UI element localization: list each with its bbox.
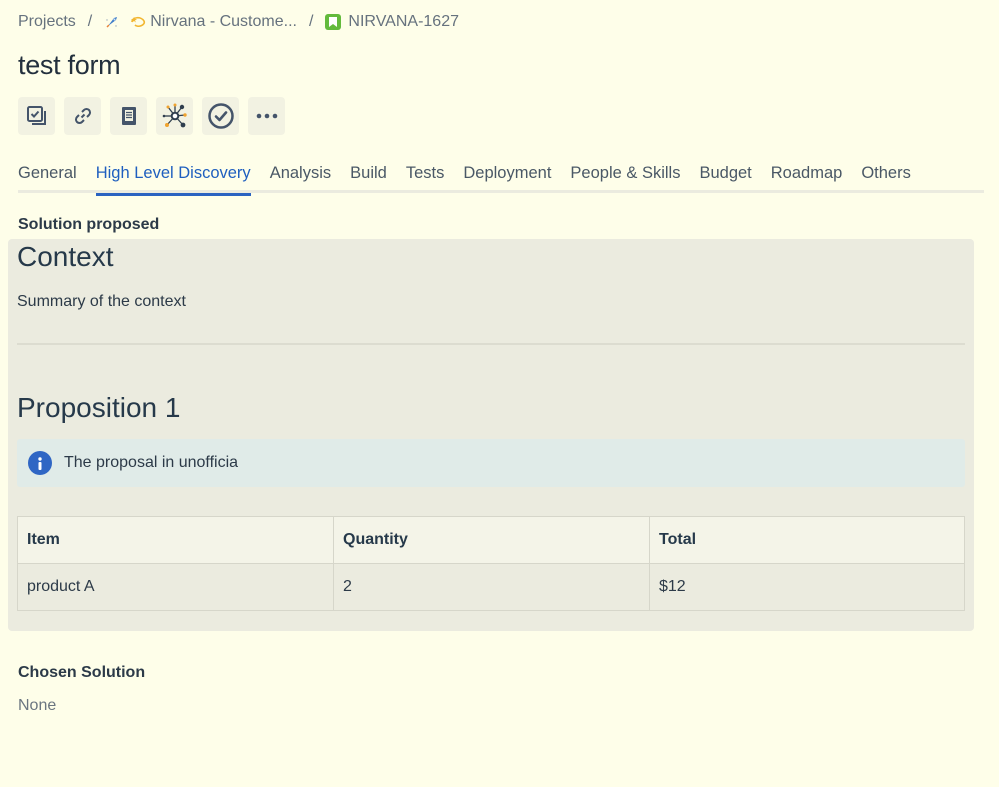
document-icon (121, 107, 136, 125)
chosen-solution-value[interactable]: None (18, 697, 56, 715)
toolbar (18, 97, 285, 135)
cell-quantity: 2 (333, 563, 650, 611)
checkbox-stack-icon (26, 106, 46, 125)
breadcrumb-project-name: Nirvana - Custome... (150, 13, 297, 30)
chosen-solution-label: Chosen Solution (18, 664, 146, 681)
divider (17, 343, 965, 345)
issue-page: Projects / Nirvana - Custome... / NIRVAN… (0, 0, 999, 787)
subtasks-button[interactable] (18, 97, 55, 135)
tab-roadmap[interactable]: Roadmap (771, 160, 843, 193)
table-header-row: Item Quantity Total (17, 516, 965, 564)
page-title[interactable]: test form (18, 50, 121, 81)
cell-total: $12 (649, 563, 965, 611)
breadcrumb-projects[interactable]: Projects (18, 13, 76, 31)
context-heading: Context (17, 241, 114, 272)
tab-others[interactable]: Others (861, 160, 911, 193)
proposition-heading: Proposition 1 (17, 392, 181, 423)
page-button[interactable] (110, 97, 147, 135)
tab-general[interactable]: General (18, 160, 77, 193)
tab-deployment[interactable]: Deployment (463, 160, 551, 193)
link-button[interactable] (64, 97, 101, 135)
tab-analysis[interactable]: Analysis (270, 160, 331, 193)
column-header-total: Total (649, 516, 965, 564)
tab-people-skills[interactable]: People & Skills (570, 160, 680, 193)
tab-bar: General High Level Discovery Analysis Bu… (18, 160, 984, 196)
mindmap-button[interactable] (156, 97, 193, 135)
story-icon (325, 14, 342, 30)
context-summary: Summary of the context (17, 293, 186, 310)
dizzy-icon (131, 16, 146, 28)
tab-budget[interactable]: Budget (699, 160, 751, 193)
info-text: The proposal in unofficia (64, 454, 239, 471)
table-row: product A 2 $12 (17, 563, 965, 611)
solution-proposed-field[interactable]: Context Summary of the context Propositi… (8, 239, 974, 631)
check-circle-icon (207, 103, 234, 129)
column-header-quantity: Quantity (333, 516, 650, 564)
breadcrumb-project[interactable]: Nirvana - Custome... (104, 13, 297, 31)
column-header-item: Item (17, 516, 334, 564)
tab-tests[interactable]: Tests (406, 160, 445, 193)
tab-high-level-discovery[interactable]: High Level Discovery (95, 160, 251, 196)
cell-item: product A (17, 563, 334, 611)
items-table: Item Quantity Total product A 2 $12 (17, 516, 965, 611)
rocket-icon (106, 17, 118, 28)
breadcrumb-separator: / (87, 13, 93, 30)
network-icon (162, 103, 187, 128)
approve-button[interactable] (202, 97, 239, 135)
more-button[interactable] (248, 97, 285, 135)
solution-proposed-label: Solution proposed (18, 216, 160, 233)
tab-build[interactable]: Build (350, 160, 387, 193)
link-icon (74, 107, 91, 125)
breadcrumb: Projects / Nirvana - Custome... / NIRVAN… (18, 11, 459, 33)
info-icon (28, 451, 52, 475)
breadcrumb-issue-key: NIRVANA-1627 (348, 13, 459, 30)
info-panel: The proposal in unofficia (17, 439, 965, 487)
breadcrumb-separator: / (308, 13, 314, 30)
breadcrumb-issue[interactable]: NIRVANA-1627 (325, 13, 459, 31)
more-icon (256, 113, 277, 119)
